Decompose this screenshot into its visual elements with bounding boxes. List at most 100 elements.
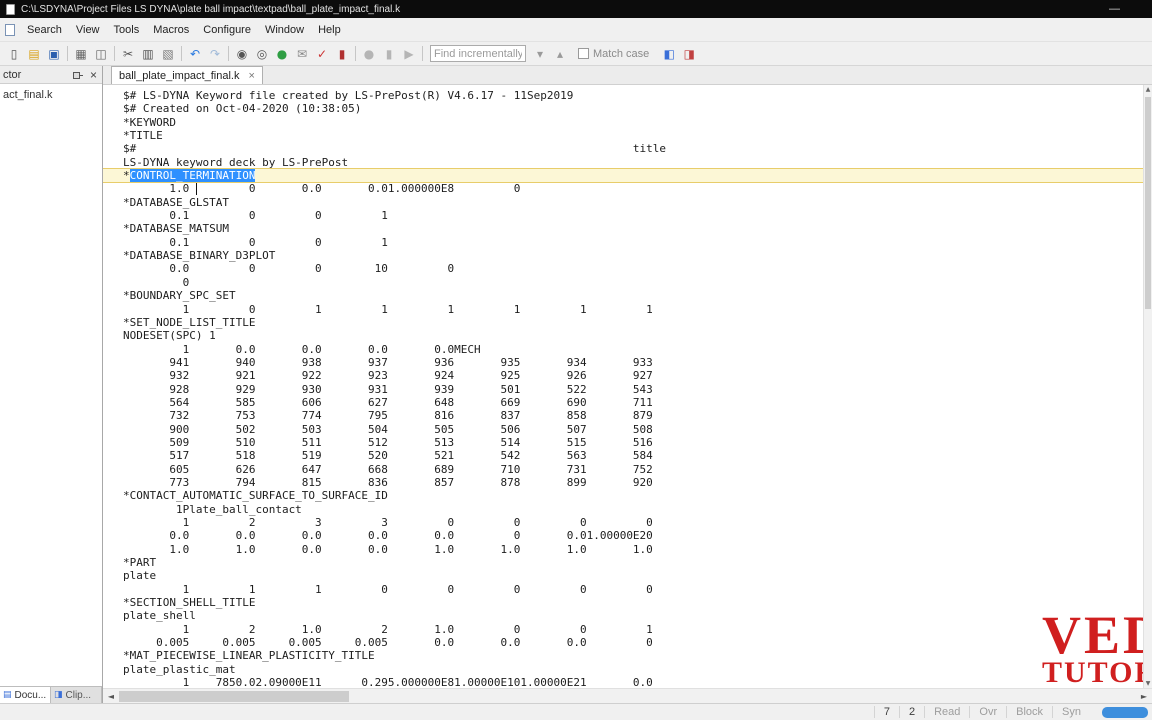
horizontal-scroll-track[interactable] xyxy=(349,691,1136,702)
code-line[interactable]: 900 502 503 504 505 506 507 508 xyxy=(103,423,1143,436)
status-block[interactable]: Block xyxy=(1006,706,1052,718)
code-line[interactable]: *KEYWORD xyxy=(103,116,1143,129)
macro-record-icon[interactable]: ● xyxy=(359,45,379,63)
code-line[interactable]: *MAT_PIECEWISE_LINEAR_PLASTICITY_TITLE xyxy=(103,649,1143,662)
code-line[interactable]: 941 940 938 937 936 935 934 933 xyxy=(103,356,1143,369)
code-line[interactable]: 0.005 0.005 0.005 0.005 0.0 0.0 0.0 0 xyxy=(103,636,1143,649)
spell-check-icon[interactable]: ✓ xyxy=(312,45,332,63)
code-line[interactable]: 564 585 606 627 648 669 690 711 xyxy=(103,396,1143,409)
code-line[interactable]: 1 2 3 3 0 0 0 0 xyxy=(103,516,1143,529)
copy-icon[interactable]: ▥ xyxy=(138,45,158,63)
menu-tools[interactable]: Tools xyxy=(107,20,147,40)
code-line[interactable]: 0 xyxy=(103,276,1143,289)
code-line[interactable]: *SET_NODE_LIST_TITLE xyxy=(103,316,1143,329)
status-read[interactable]: Read xyxy=(924,706,969,718)
tab-close-icon[interactable]: × xyxy=(248,70,254,82)
code-line[interactable]: *PART xyxy=(103,556,1143,569)
menu-view[interactable]: View xyxy=(69,20,107,40)
code-line[interactable]: *DATABASE_BINARY_D3PLOT xyxy=(103,249,1143,262)
code-line[interactable]: 0.1 0 0 1 xyxy=(103,209,1143,222)
code-line[interactable]: 1 2 1.0 2 1.0 0 0 1 xyxy=(103,623,1143,636)
code-line[interactable]: *DATABASE_MATSUM xyxy=(103,222,1143,235)
code-line[interactable]: 517 518 519 520 521 542 563 584 xyxy=(103,449,1143,462)
new-document-icon[interactable]: ▯ xyxy=(4,45,24,63)
horizontal-scrollbar[interactable]: ◄ ► xyxy=(103,688,1152,703)
code-line[interactable]: 1.0 1.0 0.0 0.0 1.0 1.0 1.0 1.0 xyxy=(103,543,1143,556)
code-line[interactable]: LS-DYNA keyword deck by LS-PrePost xyxy=(103,156,1143,169)
save-icon[interactable]: ▣ xyxy=(44,45,64,63)
code-line[interactable]: *BOUNDARY_SPC_SET xyxy=(103,289,1143,302)
code-line[interactable]: 928 929 930 931 939 501 522 543 xyxy=(103,383,1143,396)
code-line[interactable]: plate xyxy=(103,569,1143,582)
menu-macros[interactable]: Macros xyxy=(146,20,196,40)
tab-ball-plate-impact-final[interactable]: ball_plate_impact_final.k × xyxy=(111,66,263,84)
browse-web-icon[interactable]: ● xyxy=(272,45,292,63)
code-line[interactable]: *CONTROL_TERMINATION xyxy=(103,169,1143,183)
code-line[interactable]: $# LS-DYNA Keyword file created by LS-Pr… xyxy=(103,89,1143,102)
clip-library-icon[interactable]: ◨ xyxy=(679,45,699,63)
statusbar-scroll-thumb[interactable] xyxy=(1102,707,1148,718)
horizontal-scroll-thumb[interactable] xyxy=(119,690,349,702)
code-line[interactable]: plate_plastic_mat xyxy=(103,663,1143,676)
scroll-right-icon[interactable]: ► xyxy=(1136,692,1152,701)
code-line[interactable]: NODESET(SPC) 1 xyxy=(103,329,1143,342)
code-line[interactable]: 0.1 0 0 1 xyxy=(103,236,1143,249)
code-line[interactable]: 1 0 1 1 1 1 1 1 xyxy=(103,303,1143,316)
code-line[interactable]: 1Plate_ball_contact xyxy=(103,503,1143,516)
code-line[interactable]: 605 626 647 668 689 710 731 752 xyxy=(103,463,1143,476)
vertical-scroll-thumb[interactable] xyxy=(1145,97,1151,309)
code-line[interactable]: *SECTION_SHELL_TITLE xyxy=(103,596,1143,609)
code-line[interactable]: 0.0 0 0 10 0 xyxy=(103,262,1143,275)
sidebar-bottom-tab[interactable]: ◨ Clip... xyxy=(51,687,102,703)
pin-icon[interactable] xyxy=(72,69,83,80)
menu-search[interactable]: Search xyxy=(20,20,69,40)
document-selector-icon[interactable]: ◧ xyxy=(659,45,679,63)
print-icon[interactable]: ▦ xyxy=(71,45,91,63)
code-line[interactable]: *TITLE xyxy=(103,129,1143,142)
code-line[interactable]: 1 0.0 0.0 0.0 0.0MECH xyxy=(103,343,1143,356)
redo-icon[interactable]: ↷ xyxy=(205,45,225,63)
find-up-icon[interactable]: ▴ xyxy=(550,45,570,63)
find-down-icon[interactable]: ▾ xyxy=(530,45,550,63)
macro-pause-icon[interactable]: ▮ xyxy=(379,45,399,63)
match-case-checkbox[interactable] xyxy=(578,48,589,59)
menu-window[interactable]: Window xyxy=(258,20,311,40)
macro-play-icon[interactable]: ▶ xyxy=(399,45,419,63)
code-line[interactable]: 1 1 1 0 0 0 0 0 xyxy=(103,583,1143,596)
paste-icon[interactable]: ▧ xyxy=(158,45,178,63)
open-folder-icon[interactable]: ▤ xyxy=(24,45,44,63)
cut-icon[interactable]: ✂ xyxy=(118,45,138,63)
mail-icon[interactable]: ✉ xyxy=(292,45,312,63)
print-preview-icon[interactable]: ◫ xyxy=(91,45,111,63)
scroll-left-icon[interactable]: ◄ xyxy=(103,692,119,701)
dictionary-icon[interactable]: ▮ xyxy=(332,45,352,63)
code-line[interactable]: $# Created on Oct-04-2020 (10:38:05) xyxy=(103,102,1143,115)
undo-icon[interactable]: ↶ xyxy=(185,45,205,63)
code-line[interactable]: 732 753 774 795 816 837 858 879 xyxy=(103,409,1143,422)
text-editor[interactable]: $# LS-DYNA Keyword file created by LS-Pr… xyxy=(103,85,1143,688)
code-line[interactable]: $# title xyxy=(103,142,1143,155)
code-line[interactable]: 1.0 0 0.0 0.01.000000E8 0 xyxy=(103,182,1143,195)
menu-configure[interactable]: Configure xyxy=(196,20,258,40)
code-line[interactable]: 1 7850.02.09000E11 0.295.000000E81.00000… xyxy=(103,676,1143,688)
sidebar-item-file[interactable]: act_final.k xyxy=(3,88,99,102)
incremental-find-input[interactable] xyxy=(430,45,526,62)
scroll-down-icon[interactable]: ▼ xyxy=(1144,680,1152,687)
sidebar-bottom-tab[interactable]: ▤ Docu... xyxy=(0,687,51,703)
code-line[interactable]: 773 794 815 836 857 878 899 920 xyxy=(103,476,1143,489)
minimize-button[interactable]: — xyxy=(1109,3,1120,15)
status-ovr[interactable]: Ovr xyxy=(969,706,1006,718)
scroll-up-icon[interactable]: ▲ xyxy=(1144,86,1152,93)
code-line[interactable]: 0.0 0.0 0.0 0.0 0.0 0 0.01.00000E20 xyxy=(103,529,1143,542)
sidebar-close-icon[interactable]: × xyxy=(88,69,99,81)
code-line[interactable]: *DATABASE_GLSTAT xyxy=(103,196,1143,209)
code-line[interactable]: plate_shell xyxy=(103,609,1143,622)
find-icon[interactable]: ◉ xyxy=(232,45,252,63)
vertical-scrollbar[interactable]: ▲ ▼ xyxy=(1143,85,1152,688)
code-line[interactable]: *CONTACT_AUTOMATIC_SURFACE_TO_SURFACE_ID xyxy=(103,489,1143,502)
code-line[interactable]: 509 510 511 512 513 514 515 516 xyxy=(103,436,1143,449)
menu-help[interactable]: Help xyxy=(311,20,348,40)
code-line[interactable]: 932 921 922 923 924 925 926 927 xyxy=(103,369,1143,382)
replace-icon[interactable]: ◎ xyxy=(252,45,272,63)
status-syn[interactable]: Syn xyxy=(1052,706,1090,718)
